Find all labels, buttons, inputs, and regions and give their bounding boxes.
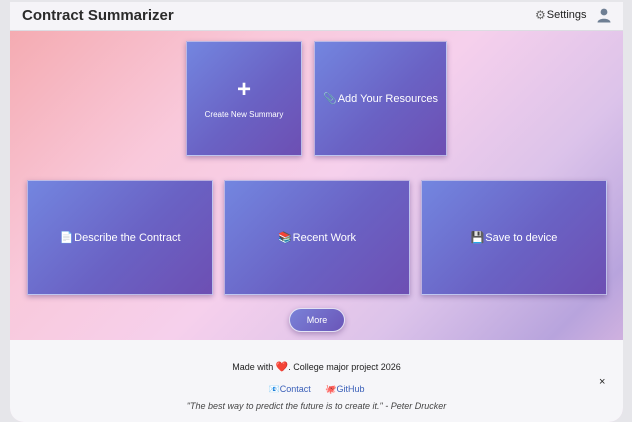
settings-label: Settings [546,9,587,21]
header: Contract Summarizer ⚙ Settings [10,2,623,31]
document-icon: 📄 [59,232,74,244]
paperclip-icon: 📎 [323,93,337,105]
settings-button[interactable]: ⚙ Settings [535,8,587,22]
books-icon: 📚 [277,232,292,244]
describe-contract-card[interactable]: 📄 Describe the Contract [27,180,213,295]
save-to-device-label: Save to device [485,231,558,244]
heart-icon: ❤️ [275,362,289,373]
add-resources-label: Add Your Resources [337,92,438,105]
more-button[interactable]: More [289,308,345,332]
footer: Made with ❤️. College major project 2026… [10,340,623,422]
add-resources-card[interactable]: 📎 Add Your Resources [314,41,447,156]
footer-links: 📧Contact 🐙GitHub [10,384,623,395]
create-summary-card[interactable]: + Create New Summary [186,41,302,156]
envelope-icon: 📧 [268,384,280,394]
app-window: Contract Summarizer ⚙ Settings + Create … [10,2,623,422]
user-icon[interactable] [596,7,612,23]
made-suffix: . College major project 2026 [288,362,401,372]
footer-quote: "The best way to predict the future is t… [186,401,447,411]
floppy-disk-icon: 💾 [470,232,485,244]
made-prefix: Made with [232,362,274,372]
create-summary-label: Create New Summary [204,110,284,119]
github-link[interactable]: 🐙GitHub [325,384,364,394]
describe-contract-label: Describe the Contract [74,231,181,244]
recent-work-card[interactable]: 📚 Recent Work [224,180,410,295]
plus-icon: + [236,76,251,103]
close-button[interactable]: × [599,376,605,388]
save-to-device-card[interactable]: 💾 Save to device [421,180,607,295]
app-title: Contract Summarizer [22,7,174,24]
octopus-icon: 🐙 [325,384,337,394]
made-with-text: Made with ❤️. College major project 2026 [10,362,623,373]
recent-work-label: Recent Work [292,231,357,244]
gear-icon: ⚙ [535,8,546,22]
contact-link[interactable]: 📧Contact [269,384,311,394]
